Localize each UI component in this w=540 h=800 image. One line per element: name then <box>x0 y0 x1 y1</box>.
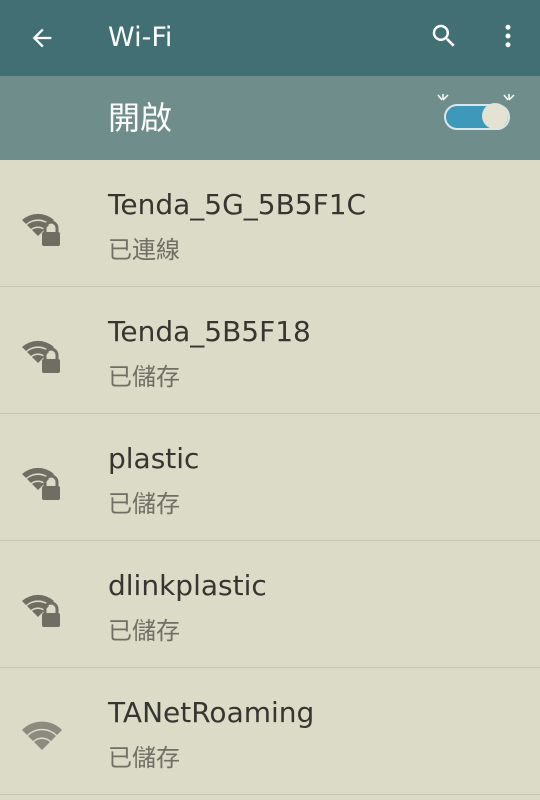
wifi-toggle[interactable] <box>436 94 518 140</box>
arrow-back-icon <box>32 28 52 48</box>
wifi-lock-icon <box>22 213 60 246</box>
wifi-lock-icon <box>22 467 60 500</box>
network-ssid: Tenda_5G_5B5F1C <box>108 188 367 221</box>
network-ssid: Tenda_5B5F18 <box>108 315 311 348</box>
wifi-master-switch-bar[interactable]: 開啟 <box>0 76 540 160</box>
network-item[interactable]: TANetRoaming 已儲存 <box>0 668 540 795</box>
page-title: Wi-Fi <box>108 22 173 53</box>
network-item[interactable]: dlinkplastic 已儲存 <box>0 541 540 668</box>
network-status: 已儲存 <box>108 744 180 772</box>
wifi-lock-icon <box>22 594 60 627</box>
network-ssid: plastic <box>108 442 200 475</box>
network-ssid: dlinkplastic <box>108 569 267 602</box>
network-item[interactable]: Tenda_5G_5B5F1C 已連線 <box>0 160 540 287</box>
network-ssid: TANetRoaming <box>108 696 315 729</box>
back-button[interactable] <box>22 18 62 58</box>
sparkle-icon <box>503 94 515 101</box>
network-list: Tenda_5G_5B5F1C 已連線 Tenda_5B5F18 已儲存 pla… <box>0 160 540 795</box>
toggle-thumb <box>482 103 508 129</box>
switch-label: 開啟 <box>108 99 173 137</box>
wifi-lock-icon <box>22 340 60 373</box>
more-vert-icon <box>505 24 511 48</box>
wifi-settings-screen: Wi-Fi 開啟 Tenda_5G_5B5F1C 已連線 Tenda_5B5F1… <box>0 0 540 800</box>
app-toolbar: Wi-Fi <box>0 0 540 76</box>
network-item[interactable]: Tenda_5B5F18 已儲存 <box>0 287 540 414</box>
search-button[interactable] <box>424 16 464 56</box>
more-options-button[interactable] <box>488 16 528 56</box>
network-item[interactable]: plastic 已儲存 <box>0 414 540 541</box>
sparkle-icon <box>437 94 449 101</box>
network-status: 已儲存 <box>108 490 180 518</box>
network-status: 已連線 <box>108 236 180 264</box>
wifi-icon <box>22 721 62 750</box>
network-status: 已儲存 <box>108 617 180 645</box>
search-icon <box>432 24 455 47</box>
network-status: 已儲存 <box>108 363 180 391</box>
